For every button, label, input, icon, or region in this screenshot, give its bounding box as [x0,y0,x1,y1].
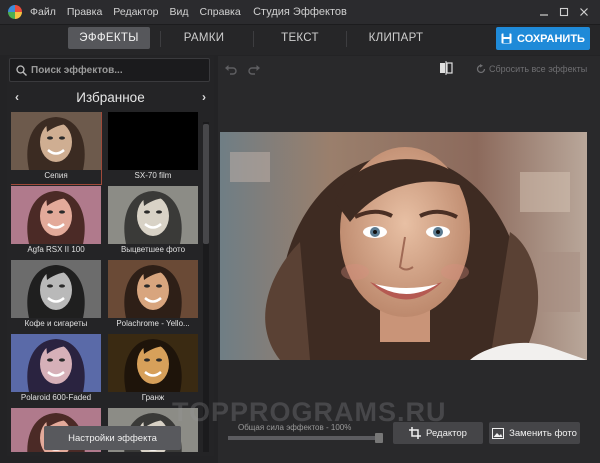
chevron-left-icon[interactable]: ‹ [7,90,27,104]
effect-thumbnail[interactable]: Гранж [108,334,198,406]
effect-thumbnail[interactable]: SX-70 film [108,112,198,184]
effect-preview-image [11,186,101,244]
undo-icon[interactable] [224,64,237,75]
image-icon [492,427,505,439]
effect-thumbnail[interactable]: Сепия [11,112,102,185]
effects-panel: ‹ Избранное › Сепия SX-70 film Agfa RSX II… [7,56,214,456]
reset-icon [476,64,486,74]
crop-icon [409,427,422,439]
effect-preview-image [108,334,198,392]
tab-separator [253,31,254,47]
effect-preview-image [108,186,198,244]
maximize-icon[interactable] [554,2,574,22]
replace-photo-button[interactable]: Заменить фото [489,422,580,444]
editor-button-label: Редактор [426,427,467,439]
effect-label: Agfa RSX II 100 [27,245,85,254]
slider-handle[interactable] [375,433,383,443]
replace-photo-label: Заменить фото [509,427,577,439]
app-logo-icon [8,5,22,19]
photo-preview[interactable] [220,132,587,360]
floppy-disk-icon [501,33,512,44]
compare-icon[interactable] [439,61,453,75]
effect-settings-button[interactable]: Настройки эффекта [44,426,181,450]
menu-editor[interactable]: Редактор [113,6,158,18]
menu-bar: Файл Правка Редактор Вид Справка [30,6,252,18]
effect-label: Polachrome - Yello... [116,319,190,328]
tab-separator [346,31,347,47]
effect-preview-image [11,334,101,392]
effect-strength-slider[interactable] [228,433,383,443]
menu-view[interactable]: Вид [170,6,189,18]
search-input[interactable] [31,64,201,76]
category-title: Избранное [76,89,145,105]
menu-help[interactable]: Справка [200,6,241,18]
reset-effects-label: Сбросить все эффекты [489,64,588,74]
effect-label: Polaroid 600-Faded [20,393,92,402]
menu-file[interactable]: Файл [30,6,56,18]
scrollbar-thumb[interactable] [203,124,209,244]
save-button[interactable]: СОХРАНИТЬ [496,27,590,50]
effect-thumbnail[interactable]: Кофе и сигареты [11,260,101,332]
category-selector: ‹ Избранное › [7,86,214,108]
effect-label: Сепия [44,171,68,180]
minimize-icon[interactable] [534,2,554,22]
effect-preview-image [11,260,101,318]
effect-thumbnail[interactable]: Polachrome - Yello... [108,260,198,332]
close-icon[interactable] [574,2,594,22]
tab-clipart[interactable]: КЛИПАРТ [354,27,438,49]
chevron-right-icon[interactable]: › [194,90,214,104]
slider-fill [228,436,383,440]
window-controls [534,2,594,22]
menu-edit[interactable]: Правка [67,6,102,18]
effect-label: Выцветшее фото [120,245,186,254]
effect-thumbnail[interactable]: Выцветшее фото [108,186,198,258]
redo-icon[interactable] [248,64,261,75]
save-button-label: СОХРАНИТЬ [517,32,585,45]
search-icon [16,64,27,76]
reset-effects-button[interactable]: Сбросить все эффекты [476,64,587,74]
effect-thumbnail[interactable]: Agfa RSX II 100 [11,186,101,258]
effect-thumbnail[interactable]: Polaroid 600-Faded [11,334,101,406]
tab-effects[interactable]: ЭФФЕКТЫ [68,27,150,49]
tab-text[interactable]: ТЕКСТ [262,27,338,49]
effect-preview-image [11,112,101,170]
tab-separator [160,31,161,47]
tab-frames[interactable]: РАМКИ [168,27,240,49]
effect-label: Кофе и сигареты [24,319,88,328]
search-box [9,58,210,82]
watermark: TOPPROGRAMS.RU [172,397,447,427]
effect-preview-image [108,112,198,170]
effect-label: SX-70 film [134,171,172,180]
effects-grid: Сепия SX-70 film Agfa RSX II 100 Выцветшее … [11,112,199,452]
effect-preview-image [108,260,198,318]
title-bar: Файл Правка Редактор Вид Справка Студия … [0,0,600,25]
